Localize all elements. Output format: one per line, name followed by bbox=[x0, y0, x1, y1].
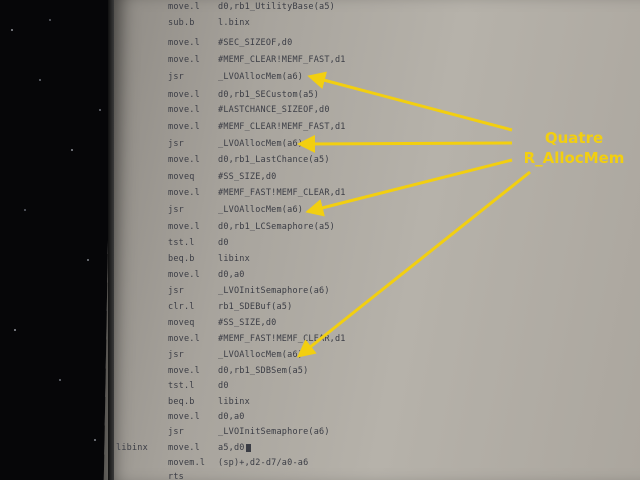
code-operands: d0,a0 bbox=[218, 412, 245, 422]
code-opcode: tst.l bbox=[168, 381, 195, 391]
code-operands: _LVOAllocMem(a6) bbox=[218, 139, 304, 149]
code-opcode: move.l bbox=[168, 270, 200, 280]
code-line: clr.l rb1_SDEBuf(a5) bbox=[168, 302, 292, 313]
code-line: jsr _LVOAllocMem(a6) bbox=[168, 139, 303, 150]
code-operands: d0,a0 bbox=[218, 270, 245, 280]
code-operands: #SEC_SIZEOF,d0 bbox=[218, 38, 293, 48]
code-operands: d0,rb1_SECustom(a5) bbox=[218, 90, 320, 100]
annotation-label: Quatre R_AllocMem bbox=[504, 128, 640, 168]
code-operands: l.binx bbox=[218, 18, 250, 28]
code-line: moveq #SS_SIZE,d0 bbox=[168, 318, 277, 329]
code-line: beq.b libinx bbox=[168, 397, 250, 408]
code-opcode: movem.l bbox=[168, 458, 206, 468]
code-line: movem.l (sp)+,d2-d7/a0-a6 bbox=[168, 458, 308, 469]
code-operands: d0 bbox=[218, 381, 229, 391]
code-operands: _LVOAllocMem(a6) bbox=[218, 205, 304, 215]
code-opcode: sub.b bbox=[168, 18, 195, 28]
code-operands: libinx bbox=[218, 397, 250, 407]
code-operands: #SS_SIZE,d0 bbox=[218, 318, 277, 328]
code-line: moveq #SS_SIZE,d0 bbox=[168, 172, 277, 183]
code-operands: (sp)+,d2-d7/a0-a6 bbox=[218, 458, 309, 468]
code-line: jsr _LVOInitSemaphore(a6) bbox=[168, 427, 330, 438]
code-line: move.l d0,rb1_LastChance(a5) bbox=[168, 155, 330, 166]
code-opcode: beq.b bbox=[168, 397, 195, 407]
code-operands: #LASTCHANCE_SIZEOF,d0 bbox=[218, 105, 330, 115]
code-line: move.l #SEC_SIZEOF,d0 bbox=[168, 38, 292, 49]
code-line: jsr _LVOAllocMem(a6) bbox=[168, 205, 303, 216]
code-operands: d0 bbox=[218, 238, 229, 248]
photo: move.l d0,rb1_UtilityBase(a5) sub.b l.binx… bbox=[0, 0, 640, 480]
code-line: rts bbox=[168, 472, 218, 480]
code-opcode: jsr bbox=[168, 427, 184, 437]
code-line: beq.b libinx bbox=[168, 254, 250, 265]
code-line: move.l d0,a0 bbox=[168, 270, 245, 281]
code-opcode: move.l bbox=[168, 105, 200, 115]
code-opcode: jsr bbox=[168, 350, 184, 360]
code-opcode: move.l bbox=[168, 443, 200, 453]
code-opcode: rts bbox=[168, 472, 184, 480]
code-line: move.l #MEMF_CLEAR!MEMF_FAST,d1 bbox=[168, 122, 346, 133]
code-line: sub.b l.binx bbox=[168, 18, 250, 29]
code-line: move.l #MEMF_FAST!MEMF_CLEAR,d1 bbox=[168, 188, 346, 199]
text-cursor bbox=[245, 443, 251, 452]
code-line: tst.l d0 bbox=[168, 238, 229, 249]
code-line: move.l d0,rb1_LCSemaphore(a5) bbox=[168, 222, 335, 233]
code-opcode: move.l bbox=[168, 334, 200, 344]
code-opcode: tst.l bbox=[168, 238, 195, 248]
code-opcode: moveq bbox=[168, 172, 195, 182]
code-opcode: move.l bbox=[168, 122, 200, 132]
code-opcode: move.l bbox=[168, 412, 200, 422]
code-operands: #MEMF_FAST!MEMF_CLEAR,d1 bbox=[218, 334, 346, 344]
code-opcode: jsr bbox=[168, 205, 184, 215]
code-opcode: move.l bbox=[168, 366, 200, 376]
code-opcode: move.l bbox=[168, 222, 200, 232]
code-line: move.l d0,rb1_SECustom(a5) bbox=[168, 90, 319, 101]
code-operands: d0,rb1_UtilityBase(a5) bbox=[218, 2, 335, 12]
annotation-line-1: Quatre bbox=[544, 129, 604, 147]
code-operands: d0,rb1_LCSemaphore(a5) bbox=[218, 222, 335, 232]
code-operands: libinx bbox=[218, 254, 250, 264]
code-opcode: jsr bbox=[168, 286, 184, 296]
assembly-code-listing: move.l d0,rb1_UtilityBase(a5) sub.b l.binx… bbox=[0, 0, 640, 480]
code-opcode: jsr bbox=[168, 139, 184, 149]
code-operands: #MEMF_CLEAR!MEMF_FAST,d1 bbox=[218, 122, 346, 132]
code-line: jsr _LVOAllocMem(a6) bbox=[168, 72, 303, 83]
code-opcode: move.l bbox=[168, 55, 200, 65]
code-line: move.l d0,rb1_SDBSem(a5) bbox=[168, 366, 308, 377]
code-operands: #SS_SIZE,d0 bbox=[218, 172, 277, 182]
code-opcode: clr.l bbox=[168, 302, 195, 312]
code-operands: _LVOAllocMem(a6) bbox=[218, 350, 304, 360]
code-operands: d0,rb1_LastChance(a5) bbox=[218, 155, 330, 165]
code-line: jsr _LVOInitSemaphore(a6) bbox=[168, 286, 330, 297]
code-operands: #MEMF_FAST!MEMF_CLEAR,d1 bbox=[218, 188, 346, 198]
code-operands: _LVOInitSemaphore(a6) bbox=[218, 427, 330, 437]
code-opcode: move.l bbox=[168, 188, 200, 198]
code-line: jsr _LVOAllocMem(a6) bbox=[168, 350, 303, 361]
code-operands: d0,rb1_SDBSem(a5) bbox=[218, 366, 309, 376]
code-opcode: move.l bbox=[168, 90, 200, 100]
code-opcode: moveq bbox=[168, 318, 195, 328]
code-opcode: move.l bbox=[168, 2, 200, 12]
code-line: move.l #MEMF_FAST!MEMF_CLEAR,d1 bbox=[168, 334, 346, 345]
code-operands: #MEMF_CLEAR!MEMF_FAST,d1 bbox=[218, 55, 346, 65]
code-operands: _LVOInitSemaphore(a6) bbox=[218, 286, 330, 296]
code-line: move.l #MEMF_CLEAR!MEMF_FAST,d1 bbox=[168, 55, 346, 66]
code-label: libinx bbox=[116, 443, 148, 453]
annotation-line-2: R_AllocMem bbox=[523, 149, 625, 167]
code-opcode: beq.b bbox=[168, 254, 195, 264]
code-opcode: move.l bbox=[168, 155, 200, 165]
code-line: move.l d0,a0 bbox=[168, 412, 245, 423]
code-opcode: jsr bbox=[168, 72, 184, 82]
code-opcode: move.l bbox=[168, 38, 200, 48]
code-operands: _LVOAllocMem(a6) bbox=[218, 72, 304, 82]
code-line: tst.l d0 bbox=[168, 381, 229, 392]
code-line: move.l #LASTCHANCE_SIZEOF,d0 bbox=[168, 105, 330, 116]
code-line: libinx move.l a5,d0 bbox=[116, 443, 251, 454]
code-line: move.l d0,rb1_UtilityBase(a5) bbox=[168, 2, 335, 13]
code-operands: a5,d0 bbox=[218, 443, 245, 453]
code-operands: rb1_SDEBuf(a5) bbox=[218, 302, 293, 312]
